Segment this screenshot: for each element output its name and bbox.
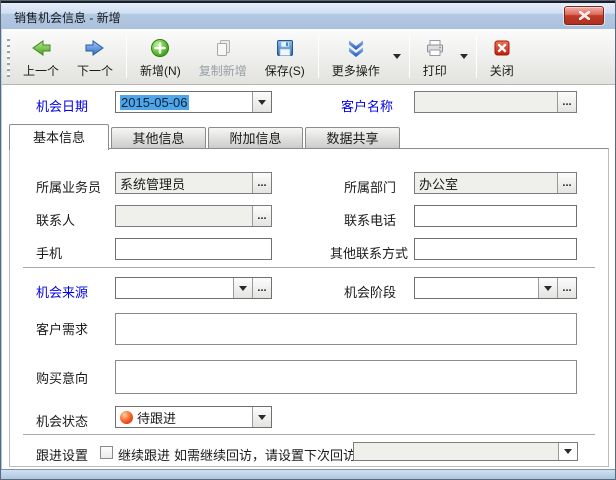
new-button[interactable]: 新增(N) xyxy=(131,31,190,84)
mobile-label: 手机 xyxy=(36,243,62,262)
date-combo[interactable]: 2015-05-06 xyxy=(115,91,272,113)
new-label: 新增(N) xyxy=(140,62,181,79)
close-button[interactable]: 关闭 xyxy=(481,31,523,84)
chevron-down-icon xyxy=(258,100,266,105)
tab-bar: 基本信息 其他信息 附加信息 数据共享 xyxy=(1,124,616,149)
department-label: 所属部门 xyxy=(344,177,396,196)
close-icon xyxy=(579,11,590,20)
print-dropdown-arrow[interactable] xyxy=(456,29,472,84)
stage-label: 机会阶段 xyxy=(344,282,396,301)
status-combo[interactable]: 待跟进 xyxy=(115,406,272,428)
date-dropdown-button[interactable] xyxy=(252,92,271,112)
customer-label: 客户名称 xyxy=(341,96,393,115)
toolbar-separator xyxy=(476,35,477,78)
contact-field[interactable]: ... xyxy=(115,205,272,227)
double-chevron-down-icon xyxy=(345,37,367,59)
source-label: 机会来源 xyxy=(36,282,88,301)
salesman-lookup-button[interactable]: ... xyxy=(252,173,271,193)
toolbar-separator xyxy=(126,35,127,78)
salesman-label: 所属业务员 xyxy=(36,177,101,196)
close-red-icon xyxy=(491,37,513,59)
status-dropdown-button[interactable] xyxy=(252,407,271,427)
customer-lookup-button[interactable]: ... xyxy=(557,92,576,112)
printer-icon xyxy=(424,37,446,59)
next-button[interactable]: 下一个 xyxy=(68,31,122,84)
status-label: 机会状态 xyxy=(36,411,88,430)
arrow-right-icon xyxy=(84,37,106,59)
demand-textarea[interactable] xyxy=(115,313,577,345)
titlebar[interactable]: 销售机会信息 - 新增 xyxy=(1,1,616,29)
salesman-field[interactable]: 系统管理员 ... xyxy=(115,172,272,194)
toolbar-separator xyxy=(409,35,410,78)
save-icon xyxy=(274,37,296,59)
window-title: 销售机会信息 - 新增 xyxy=(14,9,121,26)
continue-follow-checkbox[interactable] xyxy=(100,446,113,459)
stage-combo[interactable]: ... xyxy=(414,277,577,299)
source-dropdown-button[interactable] xyxy=(233,278,252,298)
stage-lookup-button[interactable]: ... xyxy=(557,278,576,298)
chevron-down-icon xyxy=(460,54,468,59)
contact-label: 联系人 xyxy=(36,210,75,229)
phone-label: 联系电话 xyxy=(344,210,396,229)
chevron-down-icon xyxy=(258,415,266,420)
toolbar-grip[interactable] xyxy=(7,37,10,77)
intention-textarea[interactable] xyxy=(115,360,577,394)
divider xyxy=(23,434,595,435)
print-label: 打印 xyxy=(423,62,447,79)
prev-button[interactable]: 上一个 xyxy=(14,31,68,84)
arrow-left-icon xyxy=(30,37,52,59)
plus-circle-icon xyxy=(149,37,171,59)
status-value: 待跟进 xyxy=(137,408,252,427)
toolbar-separator xyxy=(318,35,319,78)
tab-other-info[interactable]: 其他信息 xyxy=(111,127,206,149)
chevron-down-icon xyxy=(239,286,247,291)
customer-field[interactable]: ... xyxy=(414,91,577,113)
chevron-down-icon xyxy=(564,449,572,454)
dialog-window: 销售机会信息 - 新增 上一个 下一个 xyxy=(0,0,616,480)
copy-new-button: 复制新增 xyxy=(190,31,256,84)
other-contact-input[interactable] xyxy=(414,238,577,260)
toolbar: 上一个 下一个 新增(N) 复制 xyxy=(2,29,616,85)
next-visit-dropdown-button[interactable] xyxy=(558,443,577,460)
next-label: 下一个 xyxy=(77,62,113,79)
source-combo[interactable]: ... xyxy=(115,277,272,299)
divider xyxy=(23,267,595,268)
demand-label: 客户需求 xyxy=(36,319,88,338)
phone-input[interactable] xyxy=(414,205,577,227)
stage-dropdown-button[interactable] xyxy=(538,278,557,298)
tab-basic-info[interactable]: 基本信息 xyxy=(9,124,109,150)
date-selected-text: 2015-05-06 xyxy=(120,95,189,110)
intention-label: 购买意向 xyxy=(36,368,88,387)
copy-icon xyxy=(212,37,234,59)
copy-new-label: 复制新增 xyxy=(199,62,247,79)
continue-follow-label: 继续跟进 xyxy=(118,445,170,464)
chevron-down-icon xyxy=(544,286,552,291)
salesman-value: 系统管理员 xyxy=(116,174,252,193)
print-button[interactable]: 打印 xyxy=(414,31,456,84)
more-actions-dropdown-arrow[interactable] xyxy=(389,29,405,84)
tab-data-share[interactable]: 数据共享 xyxy=(305,127,400,149)
save-button[interactable]: 保存(S) xyxy=(256,31,314,84)
close-label: 关闭 xyxy=(490,62,514,79)
more-actions-button[interactable]: 更多操作 xyxy=(323,31,389,84)
date-value: 2015-05-06 xyxy=(116,95,252,110)
prev-label: 上一个 xyxy=(23,62,59,79)
chevron-down-icon xyxy=(393,54,401,59)
mobile-input[interactable] xyxy=(115,238,272,260)
department-value: 办公室 xyxy=(415,174,557,193)
source-lookup-button[interactable]: ... xyxy=(252,278,271,298)
status-dot-icon xyxy=(120,411,133,424)
department-field[interactable]: 办公室 ... xyxy=(414,172,577,194)
department-lookup-button[interactable]: ... xyxy=(557,173,576,193)
tab-extra-info[interactable]: 附加信息 xyxy=(208,127,303,149)
titlebar-close-button[interactable] xyxy=(564,6,604,25)
contact-lookup-button[interactable]: ... xyxy=(252,206,271,226)
save-label: 保存(S) xyxy=(265,62,305,79)
next-visit-date-combo[interactable] xyxy=(353,442,578,461)
more-actions-label: 更多操作 xyxy=(332,62,380,79)
date-label: 机会日期 xyxy=(36,96,88,115)
follow-settings-label: 跟进设置 xyxy=(36,445,88,464)
window-bottom-border xyxy=(1,469,616,480)
other-contact-label: 其他联系方式 xyxy=(330,243,408,262)
